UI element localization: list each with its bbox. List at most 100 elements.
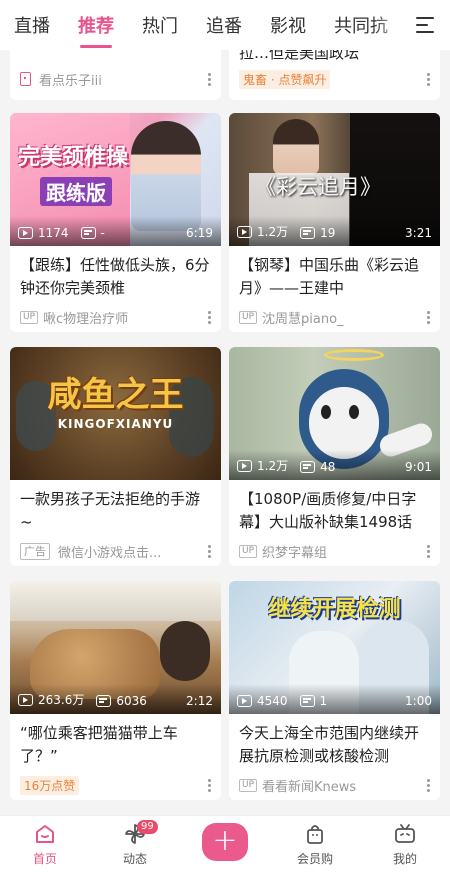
uploader-name: 啾c物理治疗师 bbox=[43, 311, 129, 327]
card-meta: 鬼畜 · 点赞飙升 bbox=[229, 64, 440, 94]
uploader-name: 沈周慧piano_ bbox=[262, 311, 344, 327]
card-meta: 广告 微信小游戏点击... bbox=[10, 536, 221, 566]
video-title: 一款男孩子无法拒绝的手游~ bbox=[20, 490, 201, 531]
more-options-icon[interactable] bbox=[207, 310, 211, 325]
nav-label: 会员购 bbox=[296, 852, 333, 866]
article-icon bbox=[20, 72, 31, 86]
more-options-icon[interactable] bbox=[426, 778, 430, 793]
danmaku-icon bbox=[299, 695, 315, 707]
up-badge: UP bbox=[20, 310, 39, 324]
play-count-icon bbox=[237, 459, 252, 472]
tv-icon bbox=[395, 824, 415, 843]
nav-label: 动态 bbox=[122, 852, 147, 866]
tab-recommend[interactable]: 推荐 bbox=[78, 12, 114, 48]
card-meta: 16万点赞 bbox=[10, 770, 221, 800]
danmaku-count: 6036 bbox=[116, 694, 147, 708]
video-card-partial-left[interactable]: 看点乐子iii bbox=[10, 50, 221, 100]
ad-thumbnail: 咸鱼之王 KINGOFXIANYU bbox=[10, 347, 221, 480]
app-root: 直播 推荐 热门 追番 影视 共同抗 看点乐子iii 拉…但是美国政坛 鬼畜 ·… bbox=[0, 0, 450, 875]
top-tab-bar: 直播 推荐 热门 追番 影视 共同抗 bbox=[0, 0, 450, 50]
card-meta: 看点乐子iii bbox=[10, 64, 221, 94]
tab-hot[interactable]: 热门 bbox=[142, 12, 178, 38]
more-options-icon[interactable] bbox=[426, 310, 430, 325]
video-duration: 9:01 bbox=[405, 460, 432, 474]
advertiser-name: 微信小游戏点击... bbox=[58, 545, 162, 561]
thumbnail-subtitle: 跟练版 bbox=[40, 177, 112, 206]
ad-card[interactable]: 咸鱼之王 KINGOFXIANYU 一款男孩子无法拒绝的手游~ 广告 微信小游戏… bbox=[10, 347, 221, 566]
video-thumbnail: 完美颈椎操 跟练版 1174 - 6:19 bbox=[10, 113, 221, 246]
tab-movies[interactable]: 影视 bbox=[270, 12, 306, 38]
nav-label: 首页 bbox=[32, 852, 57, 866]
nav-mine[interactable]: 我的 bbox=[360, 816, 450, 875]
video-card[interactable]: 263.6万 6036 2:12 “哪位乘客把猫猫带上车了？” 16万点赞 bbox=[10, 581, 221, 800]
video-title: 【1080P/画质修复/中日字幕】大山版补缺集1498话 bbox=[239, 490, 417, 531]
uploader-name: 看点乐子iii bbox=[39, 73, 102, 89]
publish-plus-button[interactable]: + bbox=[202, 823, 248, 861]
video-duration: 2:12 bbox=[186, 694, 213, 708]
notification-badge: 99 bbox=[137, 820, 158, 834]
play-count-icon bbox=[18, 227, 33, 239]
video-card-partial-right[interactable]: 拉…但是美国政坛 鬼畜 · 点赞飙升 bbox=[229, 50, 440, 100]
nav-home[interactable]: 首页 bbox=[0, 816, 90, 875]
card-meta: UP 沈周慧piano_ bbox=[229, 302, 440, 332]
view-count: 1174 bbox=[38, 226, 69, 240]
tab-bangumi[interactable]: 追番 bbox=[206, 12, 242, 38]
view-count: 1.2万 bbox=[257, 459, 289, 473]
video-card[interactable]: 《彩云追月》 1.2万 19 3:21 【钢琴】中国乐曲《彩云追月》——王建中 … bbox=[229, 113, 440, 332]
play-count-icon bbox=[237, 695, 252, 707]
danmaku-count: 48 bbox=[320, 460, 336, 474]
card-meta: UP 看看新闻Knews bbox=[229, 770, 440, 800]
card-meta: UP 啾c物理治疗师 bbox=[10, 302, 221, 332]
video-card[interactable]: 完美颈椎操 跟练版 1174 - 6:19 【跟练】任性做低头族，6分钟还你完美… bbox=[10, 113, 221, 332]
nav-dynamic[interactable]: 99 动态 bbox=[90, 816, 180, 875]
play-count-icon bbox=[18, 693, 33, 706]
danmaku-icon bbox=[300, 461, 316, 473]
nav-vip-shop[interactable]: 会员购 bbox=[270, 816, 360, 875]
tab-live[interactable]: 直播 bbox=[14, 12, 50, 38]
likes-badge: 16万点赞 bbox=[20, 775, 80, 795]
video-duration: 1:00 bbox=[405, 694, 432, 708]
ad-badge: 广告 bbox=[20, 542, 50, 560]
thumbnail-stats: 1.2万 48 9:01 bbox=[229, 450, 440, 480]
video-title: 【跟练】任性做低头族，6分钟还你完美颈椎 bbox=[20, 256, 210, 297]
video-title: 今天上海全市范围内继续开展抗原检测或核酸检测 bbox=[239, 724, 420, 765]
more-options-icon[interactable] bbox=[426, 72, 430, 87]
video-card[interactable]: 1.2万 48 9:01 【1080P/画质修复/中日字幕】大山版补缺集1498… bbox=[229, 347, 440, 566]
danmaku-icon bbox=[80, 227, 96, 239]
more-options-icon[interactable] bbox=[207, 778, 211, 793]
nav-publish[interactable]: + bbox=[180, 816, 270, 875]
card-meta: UP 织梦字幕组 bbox=[229, 536, 440, 566]
danmaku-icon bbox=[96, 695, 112, 707]
bottom-nav: 首页 99 动态 + 会员购 我的 bbox=[0, 815, 450, 875]
home-icon bbox=[36, 825, 54, 843]
thumbnail-title: 咸鱼之王 bbox=[47, 375, 184, 415]
video-title: “哪位乘客把猫猫带上车了？” bbox=[20, 724, 178, 765]
view-count: 4540 bbox=[257, 694, 288, 708]
up-badge: UP bbox=[239, 778, 258, 792]
thumbnail-stats: 263.6万 6036 2:12 bbox=[10, 684, 221, 714]
danmaku-count: 19 bbox=[320, 226, 336, 240]
video-thumbnail: 1.2万 48 9:01 bbox=[229, 347, 440, 480]
up-badge: UP bbox=[239, 310, 258, 324]
uploader-name: 看看新闻Knews bbox=[262, 779, 357, 795]
video-card[interactable]: 继续开展检测 4540 1 1:00 今天上海全市范围内继续开展抗原检测或核酸检… bbox=[229, 581, 440, 800]
video-thumbnail: 《彩云追月》 1.2万 19 3:21 bbox=[229, 113, 440, 246]
nav-label: 我的 bbox=[392, 852, 417, 866]
danmaku-count: - bbox=[100, 226, 105, 240]
video-feed[interactable]: 看点乐子iii 拉…但是美国政坛 鬼畜 · 点赞飙升 完美颈椎操 跟练版 117… bbox=[0, 50, 450, 815]
video-duration: 6:19 bbox=[186, 226, 213, 240]
more-options-icon[interactable] bbox=[207, 72, 211, 87]
status-badge: 鬼畜 · 点赞飙升 bbox=[239, 69, 331, 89]
up-badge: UP bbox=[239, 544, 258, 558]
uploader-name: 织梦字幕组 bbox=[262, 545, 328, 561]
play-count-icon bbox=[237, 225, 252, 238]
more-options-icon[interactable] bbox=[207, 544, 211, 559]
menu-icon[interactable] bbox=[416, 17, 434, 33]
thumbnail-stats: 1.2万 19 3:21 bbox=[229, 216, 440, 246]
thumbnail-title: 《彩云追月》 bbox=[255, 175, 381, 199]
more-options-icon[interactable] bbox=[426, 544, 430, 559]
danmaku-icon bbox=[300, 227, 316, 239]
video-thumbnail: 263.6万 6036 2:12 bbox=[10, 581, 221, 714]
thumbnail-title: 继续开展检测 bbox=[268, 597, 401, 622]
thumbnail-stats: 4540 1 1:00 bbox=[229, 684, 440, 714]
